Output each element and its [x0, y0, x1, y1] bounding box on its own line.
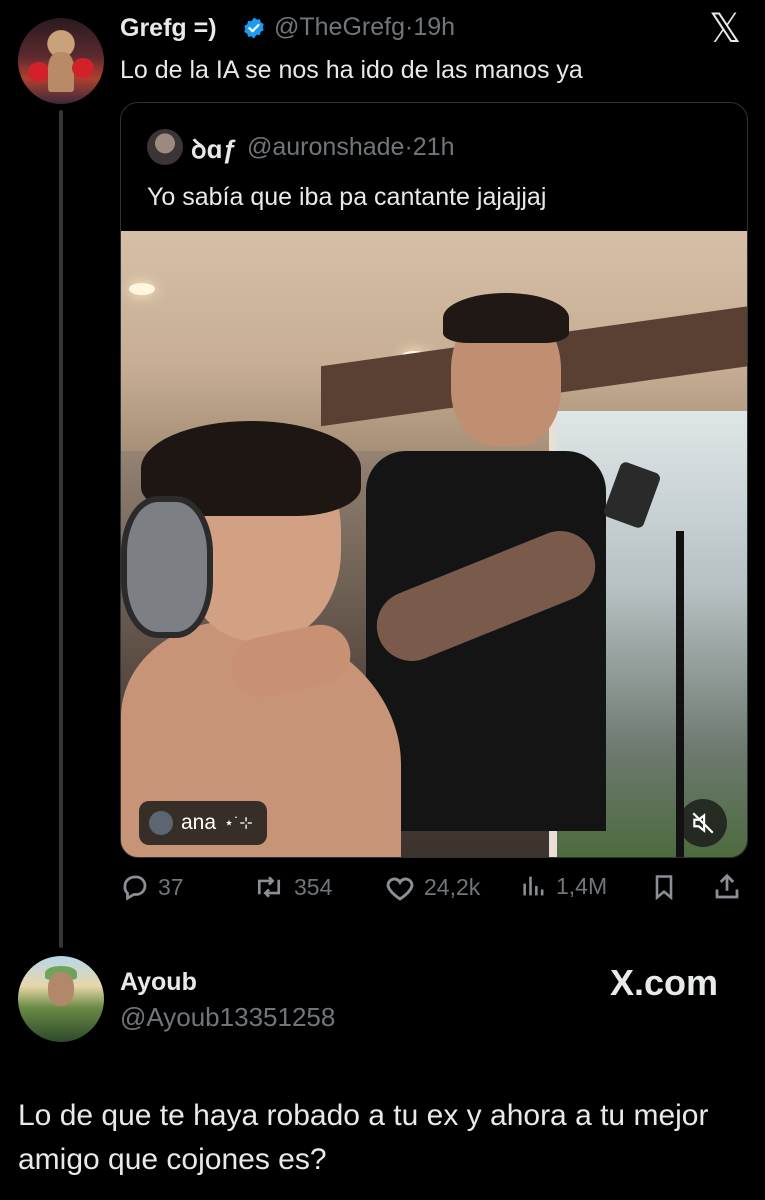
quoted-video[interactable]: ana ⋆˙⊹	[121, 231, 747, 857]
reply-button[interactable]: 37	[120, 872, 184, 902]
tweet-handle[interactable]: @TheGrefg	[274, 13, 405, 41]
quoted-tweet-card[interactable]: ꝺɑƒ @auronshade·21h Yo sabía que iba pa …	[120, 102, 748, 858]
reply-handle[interactable]: @Ayoub13351258	[120, 1002, 335, 1033]
ayoub-avatar[interactable]	[18, 956, 104, 1042]
share-button[interactable]	[712, 872, 742, 902]
separator-dot: ·	[404, 133, 413, 161]
quoted-handle-time[interactable]: @auronshade·21h	[247, 133, 454, 162]
auronshade-avatar[interactable]	[147, 129, 183, 165]
x-com-label: X.com	[610, 962, 719, 1003]
views-icon	[523, 876, 544, 896]
tweet-handle-time[interactable]: @TheGrefg·19h	[274, 13, 455, 42]
thread-line	[59, 110, 63, 948]
repost-count: 354	[294, 873, 333, 900]
x-logo-icon[interactable]: 𝕏	[709, 6, 741, 52]
tweet-actions: 37 354 24,2k 1,4M	[120, 872, 746, 908]
ceiling-light	[129, 283, 155, 295]
like-button[interactable]: 24,2k	[384, 872, 480, 902]
tweet-text: Lo de la IA se nos ha ido de las manos y…	[120, 56, 583, 84]
views-count: 1,4M	[556, 872, 608, 899]
tag-label: ana	[181, 811, 217, 834]
volume-muted-icon	[692, 812, 714, 834]
grefg-avatar[interactable]	[18, 18, 104, 104]
share-icon	[715, 873, 739, 899]
reply-text: Lo de que te haya robado a tu ex y ahora…	[18, 1099, 709, 1176]
repost-button[interactable]: 354	[252, 872, 332, 902]
reply-author-name[interactable]: Ayoub	[120, 968, 197, 997]
tag-sparkle: ⋆˙⊹	[224, 815, 253, 832]
bookmark-button[interactable]	[650, 872, 678, 902]
media-tag[interactable]: ana ⋆˙⊹	[139, 801, 267, 845]
reply-icon	[123, 875, 147, 901]
heart-icon	[386, 877, 414, 901]
quoted-author-name[interactable]: ꝺɑƒ	[191, 130, 237, 166]
tweet-author-name[interactable]: Grefg =)	[120, 14, 217, 43]
views-button[interactable]: 1,4M	[520, 872, 607, 900]
quoted-tweet-text: Yo sabía que iba pa cantante jajajjaj	[147, 183, 547, 211]
verified-badge-icon	[244, 17, 264, 39]
headphones	[121, 496, 213, 638]
mute-button[interactable]	[679, 799, 727, 847]
tweet-time[interactable]: 19h	[413, 13, 455, 41]
reply-count: 37	[158, 873, 184, 900]
quoted-time[interactable]: 21h	[413, 133, 455, 161]
quoted-handle[interactable]: @auronshade	[247, 133, 404, 161]
tag-avatar	[149, 811, 173, 835]
like-count: 24,2k	[424, 873, 481, 900]
bookmark-icon	[655, 875, 673, 901]
repost-icon	[257, 876, 281, 898]
man-hair	[443, 293, 569, 343]
